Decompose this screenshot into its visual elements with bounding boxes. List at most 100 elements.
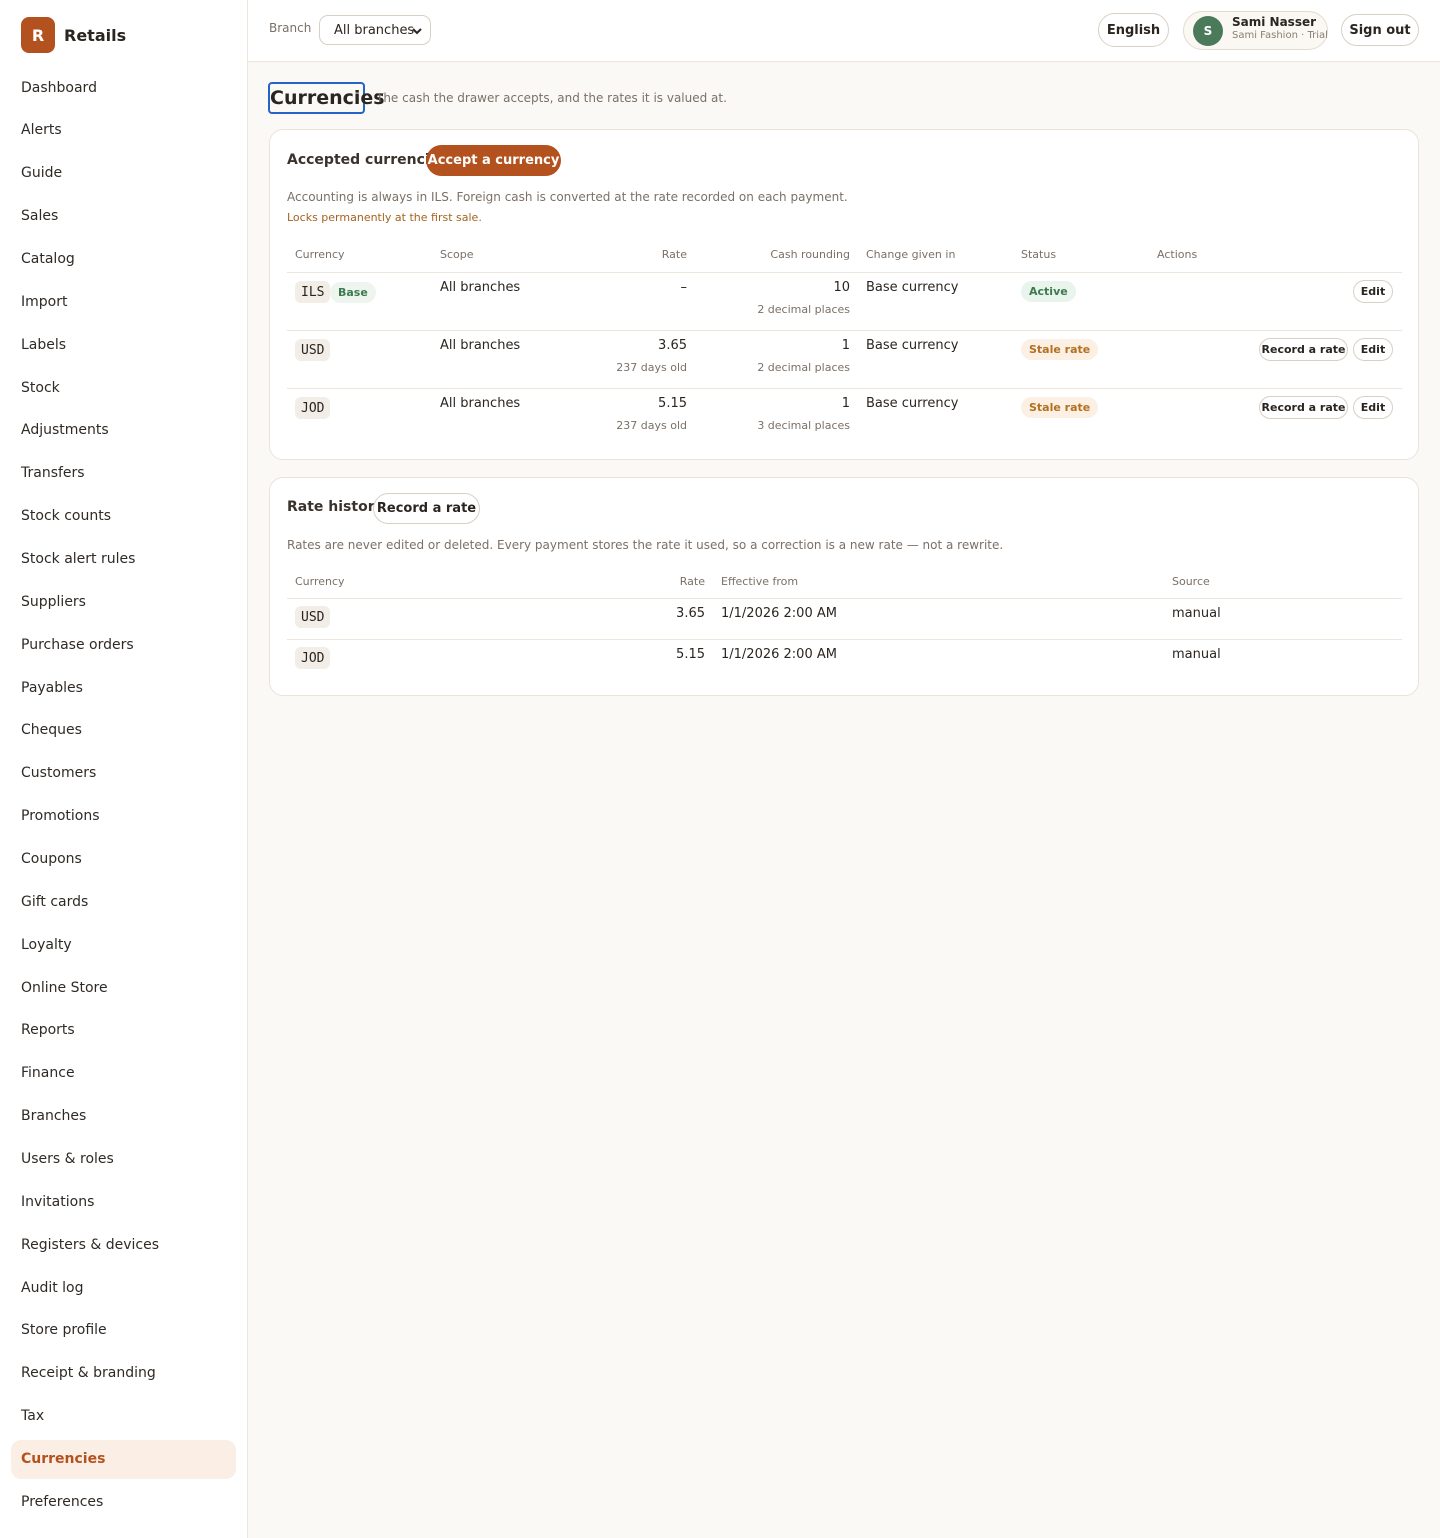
sidebar-item-payables[interactable]: Payables xyxy=(11,668,236,707)
sidebar-item-label: Audit log xyxy=(21,1279,84,1296)
sidebar-item-dashboard[interactable]: Dashboard xyxy=(11,68,236,107)
chevron-down-icon xyxy=(411,22,423,43)
currency-code: JOD xyxy=(295,397,331,419)
sidebar-item-label: Transfers xyxy=(21,465,85,482)
sidebar-item-reports[interactable]: Reports xyxy=(11,1011,236,1050)
sidebar-item-label: Finance xyxy=(21,1065,75,1082)
rate-cell: 5.15 xyxy=(676,647,705,662)
user-name: Sami Nasser xyxy=(1232,15,1317,29)
sidebar-item-purchase-orders[interactable]: Purchase orders xyxy=(11,625,236,664)
sidebar-item-label: Users & roles xyxy=(21,1150,114,1167)
sidebar-item-cheques[interactable]: Cheques xyxy=(11,711,236,750)
record-rate-button[interactable]: Record a rate xyxy=(373,493,480,524)
change-cell: Base currency xyxy=(866,338,959,353)
sidebar-item-label: Purchase orders xyxy=(21,636,134,653)
sidebar-item-label: Dashboard xyxy=(21,79,97,96)
edit-button[interactable]: Edit xyxy=(1353,280,1393,303)
rate-history-note: Rates are never edited or deleted. Every… xyxy=(287,538,1004,552)
row-divider xyxy=(287,272,1402,273)
edit-button[interactable]: Edit xyxy=(1353,396,1393,419)
sidebar-item-tax[interactable]: Tax xyxy=(11,1397,236,1436)
sidebar-item-label: Stock xyxy=(21,379,60,396)
sidebar-item-stock-alert-rules[interactable]: Stock alert rules xyxy=(11,539,236,578)
sidebar-item-promotions[interactable]: Promotions xyxy=(11,797,236,836)
page-title: Currencies xyxy=(268,82,385,114)
sidebar-item-online-store[interactable]: Online Store xyxy=(11,968,236,1007)
sidebar-item-label: Tax xyxy=(21,1408,45,1425)
change-cell: Base currency xyxy=(866,280,959,295)
sidebar-item-label: Guide xyxy=(21,165,63,182)
sidebar-item-stock-counts[interactable]: Stock counts xyxy=(11,497,236,536)
sidebar-item-label: Stock counts xyxy=(21,508,111,525)
source-cell: manual xyxy=(1172,647,1221,662)
row-divider xyxy=(287,330,1402,331)
base-badge: Base xyxy=(330,282,376,303)
sidebar-item-label: Stock alert rules xyxy=(21,550,136,567)
sidebar-item-guide[interactable]: Guide xyxy=(11,154,236,193)
sidebar-item-branches[interactable]: Branches xyxy=(11,1097,236,1136)
edit-button[interactable]: Edit xyxy=(1353,338,1393,361)
sidebar-item-store-profile[interactable]: Store profile xyxy=(11,1311,236,1350)
sidebar-item-alerts[interactable]: Alerts xyxy=(11,111,236,150)
accepted-currencies-title: Accepted currencies xyxy=(287,152,448,168)
language-button[interactable]: English xyxy=(1098,13,1169,47)
rate-cell: – xyxy=(680,280,688,295)
sidebar-item-invitations[interactable]: Invitations xyxy=(11,1182,236,1221)
sign-out-button[interactable]: Sign out xyxy=(1341,14,1419,46)
sidebar-item-customers[interactable]: Customers xyxy=(11,754,236,793)
sidebar-item-label: Coupons xyxy=(21,850,82,867)
decimal-places: 3 decimal places xyxy=(757,419,850,432)
sidebar-item-preferences[interactable]: Preferences xyxy=(11,1482,236,1521)
rounding-cell: 10 xyxy=(833,280,850,295)
col-header-status: Status xyxy=(1021,248,1057,261)
user-subtitle: Sami Fashion · Trial xyxy=(1232,30,1328,41)
rate-age: 237 days old xyxy=(616,361,687,374)
brand[interactable]: R Retails xyxy=(21,17,126,53)
sidebar-item-label: Payables xyxy=(21,679,83,696)
sidebar-item-catalog[interactable]: Catalog xyxy=(11,239,236,278)
currency-code: ILS xyxy=(295,281,331,303)
sidebar-item-currencies[interactable]: Currencies xyxy=(11,1439,236,1479)
sidebar-item-adjustments[interactable]: Adjustments xyxy=(11,411,236,450)
col-header-scope: Scope xyxy=(440,248,474,261)
sidebar-item-label: Registers & devices xyxy=(21,1236,160,1253)
rate-cell: 3.65 xyxy=(676,606,705,621)
history-header-currency: Currency xyxy=(295,575,345,588)
row-divider xyxy=(287,598,1402,599)
record-rate-row-button[interactable]: Record a rate xyxy=(1259,396,1348,419)
sidebar-item-audit-log[interactable]: Audit log xyxy=(11,1268,236,1307)
sidebar: R Retails Dashboard Alerts Guide Sales Catal… xyxy=(0,0,248,1538)
history-header-rate: Rate xyxy=(679,575,705,588)
sidebar-item-import[interactable]: Import xyxy=(11,282,236,321)
scope-cell: All branches xyxy=(440,338,521,353)
user-menu[interactable]: S Sami Nasser Sami Fashion · Trial xyxy=(1183,11,1328,50)
sidebar-item-stock[interactable]: Stock xyxy=(11,368,236,407)
sidebar-item-registers-and-devices[interactable]: Registers & devices xyxy=(11,1225,236,1264)
sidebar-item-receipt-and-branding[interactable]: Receipt & branding xyxy=(11,1354,236,1393)
sidebar-item-gift-cards[interactable]: Gift cards xyxy=(11,882,236,921)
lock-warning: Locks permanently at the first sale. xyxy=(287,211,482,224)
sidebar-item-label: Promotions xyxy=(21,808,100,825)
col-header-change: Change given in xyxy=(866,248,956,261)
decimal-places: 2 decimal places xyxy=(757,303,850,316)
sidebar-item-coupons[interactable]: Coupons xyxy=(11,839,236,878)
currency-code: USD xyxy=(295,339,331,361)
branch-select[interactable]: All branches xyxy=(319,15,431,45)
sidebar-item-label: Labels xyxy=(21,336,67,353)
brand-name: Retails xyxy=(64,25,127,45)
accept-currency-button[interactable]: Accept a currency xyxy=(426,145,561,176)
history-header-effective: Effective from xyxy=(721,575,799,588)
sidebar-item-sales[interactable]: Sales xyxy=(11,197,236,236)
sidebar-item-loyalty[interactable]: Loyalty xyxy=(11,925,236,964)
sidebar-nav: Dashboard Alerts Guide Sales Catalog Import La… xyxy=(11,68,236,1525)
decimal-places: 2 decimal places xyxy=(757,361,850,374)
sidebar-item-suppliers[interactable]: Suppliers xyxy=(11,582,236,621)
record-rate-row-button[interactable]: Record a rate xyxy=(1259,338,1348,361)
avatar: S xyxy=(1193,16,1223,46)
scope-cell: All branches xyxy=(440,396,521,411)
sidebar-item-labels[interactable]: Labels xyxy=(11,325,236,364)
sidebar-item-users-and-roles[interactable]: Users & roles xyxy=(11,1139,236,1178)
sidebar-item-transfers[interactable]: Transfers xyxy=(11,454,236,493)
accepted-currencies-card: Accepted currencies Accept a currency Ac… xyxy=(269,129,1419,460)
sidebar-item-finance[interactable]: Finance xyxy=(11,1054,236,1093)
